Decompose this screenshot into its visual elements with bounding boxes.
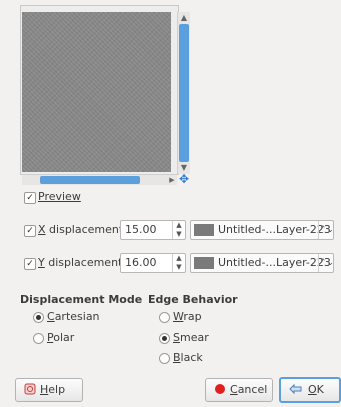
wrap-label[interactable]: Wrap bbox=[173, 310, 202, 323]
preview-label: Preview bbox=[38, 190, 81, 203]
polar-label[interactable]: Polar bbox=[47, 331, 74, 344]
black-mnemonic: B bbox=[173, 351, 181, 364]
x-displacement-checkbox[interactable]: ✓ bbox=[24, 225, 36, 237]
ok-rest: K bbox=[316, 383, 324, 396]
smear-label[interactable]: Smear bbox=[173, 331, 209, 344]
ok-label: OK bbox=[308, 383, 324, 396]
preview-image[interactable] bbox=[22, 12, 171, 172]
y-displacement-spinner[interactable]: 16.00 ▲ ▼ bbox=[120, 253, 186, 273]
polar-radio[interactable] bbox=[33, 333, 44, 344]
edge-behavior-title: Edge Behavior bbox=[148, 293, 238, 306]
y-displacement-label: Y displacement bbox=[38, 256, 122, 269]
y-spin-arrows-icon[interactable]: ▲ ▼ bbox=[172, 254, 185, 272]
ok-button[interactable]: OK bbox=[279, 377, 341, 403]
cartesian-rest: artesian bbox=[54, 310, 100, 323]
x-displacement-mnemonic: X bbox=[38, 223, 46, 236]
ok-icon bbox=[289, 383, 302, 395]
preview-vertical-scrollbar[interactable]: ▲ ▼ bbox=[177, 12, 190, 174]
y-map-swatch bbox=[194, 257, 214, 269]
cancel-mnemonic: C bbox=[230, 383, 238, 396]
black-label[interactable]: Black bbox=[173, 351, 203, 364]
preview-label-text: Preview bbox=[38, 190, 81, 203]
scroll-up-icon[interactable]: ▲ bbox=[178, 12, 190, 24]
polar-rest: olar bbox=[53, 331, 75, 344]
help-button[interactable]: Help bbox=[15, 378, 83, 402]
x-displacement-map-combo[interactable]: Untitled-...Layer-223 ⌃⌄ bbox=[190, 220, 334, 240]
y-map-name: Untitled-...Layer-223 bbox=[218, 256, 331, 269]
y-map-chevron-icon[interactable]: ⌃⌄ bbox=[318, 254, 334, 272]
y-displacement-checkbox[interactable]: ✓ bbox=[24, 258, 36, 270]
help-rest: elp bbox=[48, 383, 66, 396]
cancel-rest: ancel bbox=[237, 383, 268, 396]
x-map-chevron-icon[interactable]: ⌃⌄ bbox=[318, 221, 334, 239]
x-displacement-label-rest: displacement bbox=[45, 223, 124, 236]
x-displacement-spinner[interactable]: 15.00 ▲ ▼ bbox=[120, 220, 186, 240]
x-spin-arrows-icon[interactable]: ▲ ▼ bbox=[172, 221, 185, 239]
help-icon bbox=[24, 383, 36, 395]
cancel-icon bbox=[215, 384, 225, 394]
preview-horizontal-scrollbar[interactable]: ▶ bbox=[22, 174, 177, 185]
preview-checkbox[interactable]: ✓ bbox=[24, 192, 36, 204]
wrap-radio[interactable] bbox=[159, 312, 170, 323]
scroll-right-icon[interactable]: ▶ bbox=[167, 175, 177, 185]
smear-rest: mear bbox=[179, 331, 209, 344]
horizontal-scroll-thumb[interactable] bbox=[40, 176, 140, 184]
cancel-button[interactable]: Cancel bbox=[205, 378, 273, 402]
y-displacement-mnemonic: Y bbox=[38, 256, 45, 269]
x-displacement-label: X displacement bbox=[38, 223, 123, 236]
x-map-name: Untitled-...Layer-223 bbox=[218, 223, 331, 236]
cartesian-label[interactable]: Cartesian bbox=[47, 310, 100, 323]
ok-mnemonic: O bbox=[308, 383, 317, 396]
x-displacement-value[interactable]: 15.00 bbox=[125, 223, 157, 236]
y-displacement-value[interactable]: 16.00 bbox=[125, 256, 157, 269]
cartesian-mnemonic: C bbox=[47, 310, 55, 323]
cartesian-radio[interactable] bbox=[33, 312, 44, 323]
navigate-icon[interactable]: ✥ bbox=[178, 173, 190, 185]
cancel-label: Cancel bbox=[230, 383, 267, 396]
black-radio[interactable] bbox=[159, 353, 170, 364]
smear-radio[interactable] bbox=[159, 333, 170, 344]
help-label: Help bbox=[40, 383, 65, 396]
wrap-mnemonic: W bbox=[173, 310, 184, 323]
y-displacement-map-combo[interactable]: Untitled-...Layer-223 ⌃⌄ bbox=[190, 253, 334, 273]
y-displacement-label-rest: displacement bbox=[44, 256, 123, 269]
black-rest: lack bbox=[180, 351, 203, 364]
vertical-scroll-thumb[interactable] bbox=[179, 24, 189, 162]
wrap-rest: rap bbox=[183, 310, 202, 323]
displacement-mode-title: Displacement Mode bbox=[20, 293, 143, 306]
smear-mnemonic: S bbox=[173, 331, 180, 344]
x-map-swatch bbox=[194, 224, 214, 236]
